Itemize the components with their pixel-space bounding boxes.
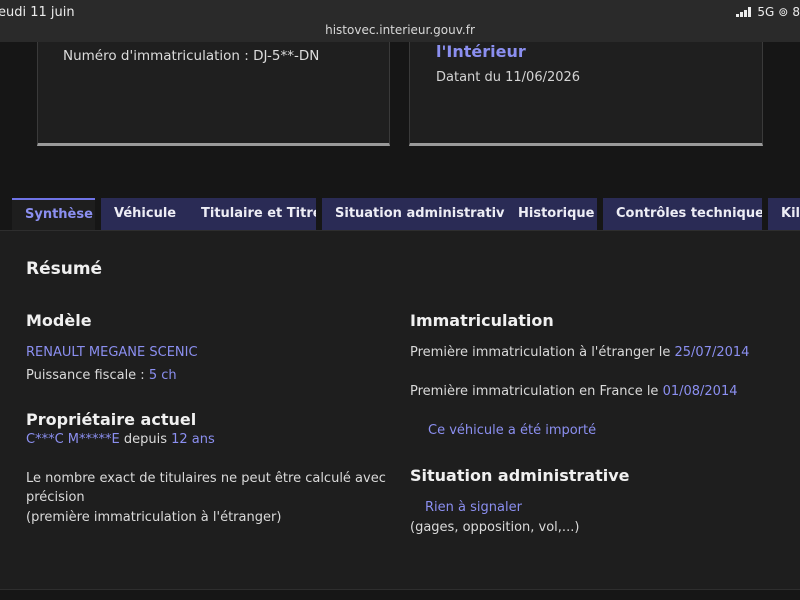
vehicle-id-card: Numéro d'immatriculation : DJ-5**-DN <box>37 42 390 146</box>
owner-note-line3: (première immatriculation à l'étranger) <box>26 510 282 525</box>
imported-status: Ce véhicule a été importé <box>428 423 597 438</box>
network-label: 5G <box>757 5 775 19</box>
owner-name: C***C M*****E <box>26 432 120 447</box>
foreign-registration-date: 25/07/2014 <box>674 345 750 360</box>
model-value: RENAULT MEGANE SCENIC <box>26 345 198 360</box>
tab-kilometrage[interactable]: Kilo <box>768 198 800 230</box>
tab-bar: Synthèse Véhicule Titulaire et Titre Sit… <box>12 198 800 230</box>
status-time: eudi 11 juin <box>0 5 75 20</box>
model-heading: Modèle <box>26 311 92 330</box>
france-registration-date: 01/08/2014 <box>662 384 738 399</box>
summary-panel: Résumé Modèle RENAULT MEGANE SCENIC Puis… <box>0 230 800 590</box>
tab-situation-administrative[interactable]: Situation administrative <box>322 198 510 230</box>
tab-historique[interactable]: Historique <box>505 198 597 230</box>
summary-title: Résumé <box>26 259 103 279</box>
orientation-lock-icon: ⊚ <box>778 5 789 19</box>
admin-status: Rien à signaler <box>425 500 522 515</box>
owner-note-line1: Le nombre exact de titulaires ne peut êt… <box>26 471 386 486</box>
owner-duration: 12 ans <box>171 432 215 447</box>
status-indicators: 5G ⊚ 8 <box>736 5 800 19</box>
report-date: Datant du 11/06/2026 <box>436 70 581 85</box>
battery-level: 8 <box>792 5 800 19</box>
foreign-registration: Première immatriculation à l'étranger le… <box>410 345 750 360</box>
registration-heading: Immatriculation <box>410 311 554 330</box>
owner-line: C***C M*****E depuis 12 ans <box>26 432 215 447</box>
tab-controles-techniques[interactable]: Contrôles techniques <box>603 198 762 230</box>
status-bar: eudi 11 juin histovec.interieur.gouv.fr … <box>0 0 800 42</box>
admin-heading: Situation administrative <box>410 466 630 485</box>
owner-note-line2: précision <box>26 490 85 505</box>
tab-synthese[interactable]: Synthèse <box>12 198 95 230</box>
signal-icon <box>736 7 752 17</box>
issuer-name: l'Intérieur <box>436 42 526 61</box>
admin-details: (gages, opposition, vol,...) <box>410 520 580 535</box>
tab-vehicule[interactable]: Véhicule <box>101 198 194 230</box>
owner-heading: Propriétaire actuel <box>26 410 197 429</box>
issuer-card: l'Intérieur Datant du 11/06/2026 <box>409 42 763 146</box>
address-bar[interactable]: histovec.interieur.gouv.fr <box>0 23 800 37</box>
fiscal-power: Puissance fiscale : 5 ch <box>26 368 177 383</box>
plate-number: Numéro d'immatriculation : DJ-5**-DN <box>63 48 320 64</box>
france-registration: Première immatriculation en France le 01… <box>410 384 738 399</box>
tab-titulaire[interactable]: Titulaire et Titre <box>188 198 316 230</box>
